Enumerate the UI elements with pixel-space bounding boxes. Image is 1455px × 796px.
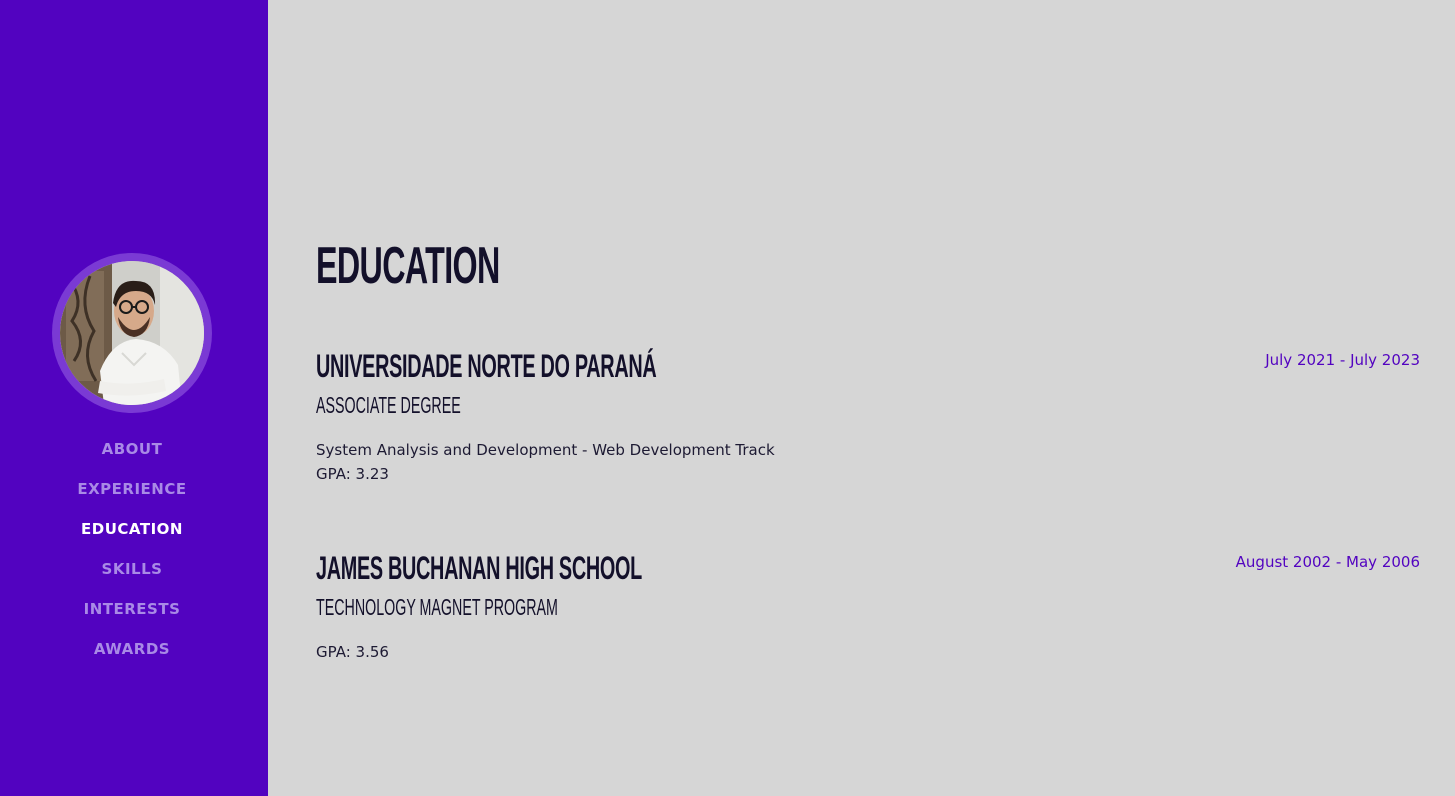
avatar-photo <box>60 261 204 405</box>
nav-item-skills[interactable]: SKILLS <box>0 556 264 596</box>
degree-name: ASSOCIATE DEGREE <box>316 392 461 418</box>
school-name: UNIVERSIDADE NORTE DO PARANÁ <box>316 348 657 384</box>
nav-item-interests[interactable]: INTERESTS <box>0 596 264 636</box>
nav-item-education[interactable]: EDUCATION <box>0 516 264 556</box>
sidebar: ABOUT EXPERIENCE EDUCATION SKILLS INTERE… <box>0 0 268 796</box>
gpa-text: GPA: 3.56 <box>316 643 389 661</box>
date-range: July 2021 - July 2023 <box>1265 351 1420 369</box>
page-title: EDUCATION <box>316 237 500 295</box>
program-description: System Analysis and Development - Web De… <box>316 441 775 459</box>
nav-item-about[interactable]: ABOUT <box>0 436 264 476</box>
main-content: EDUCATION UNIVERSIDADE NORTE DO PARANÁ A… <box>316 0 1420 796</box>
date-range: August 2002 - May 2006 <box>1235 553 1420 571</box>
nav-item-awards[interactable]: AWARDS <box>0 636 264 676</box>
degree-name: TECHNOLOGY MAGNET PROGRAM <box>316 594 558 620</box>
sidebar-nav: ABOUT EXPERIENCE EDUCATION SKILLS INTERE… <box>0 436 264 676</box>
school-name: JAMES BUCHANAN HIGH SCHOOL <box>316 550 642 586</box>
person-portrait-image <box>60 261 204 405</box>
gpa-text: GPA: 3.23 <box>316 465 389 483</box>
avatar[interactable] <box>52 253 212 413</box>
nav-item-experience[interactable]: EXPERIENCE <box>0 476 264 516</box>
